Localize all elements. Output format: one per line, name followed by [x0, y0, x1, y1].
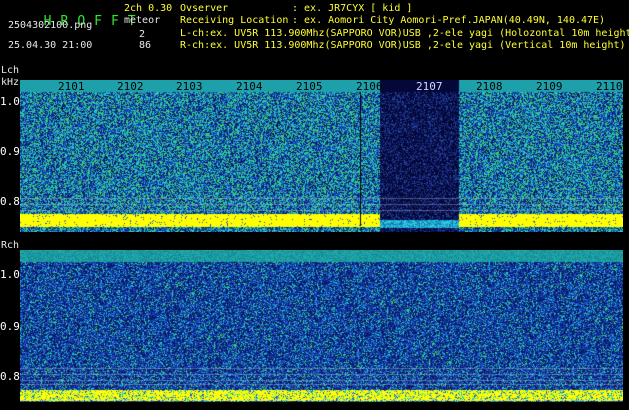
x-tick: 2105	[296, 80, 323, 93]
rch-info: R-ch:ex. UV5R 113.900Mhz(SAPPORO VOR)USB…	[180, 40, 626, 51]
x-tick: 2106	[356, 80, 383, 93]
title-letter: F	[94, 14, 111, 29]
observer-label: Ovserver	[180, 3, 229, 14]
filename: 2504302100.png	[8, 20, 93, 31]
bot-ytick-1.0: 1.0	[0, 268, 20, 281]
x-tick: 2110	[596, 80, 623, 93]
x-tick: 2108	[476, 80, 503, 93]
x-tick: 2107	[416, 80, 443, 93]
lch-spectrogram: 2101 2102 2103 2104 2105 2106 2107 2108 …	[20, 80, 623, 232]
rch-label: Rch	[1, 240, 20, 251]
top-ytick-0.8: 0.8	[0, 195, 20, 208]
bot-ytick-0.8: 0.8	[0, 370, 20, 383]
top-ytick-1.0: 1.0	[0, 95, 20, 108]
x-tick: 2103	[176, 80, 203, 93]
observer-value: : ex. JR7CYX [ kid ]	[292, 3, 413, 14]
khz-label: kHz	[1, 77, 20, 88]
datetime: 25.04.30 21:00	[8, 40, 93, 51]
meteor-count-r: 86	[139, 40, 152, 51]
mode-label: 2ch 0.30	[124, 3, 173, 14]
bot-ytick-0.9: 0.9	[0, 320, 20, 333]
x-tick: 2109	[536, 80, 563, 93]
x-tick: 2101	[58, 80, 85, 93]
x-tick: 2102	[117, 80, 144, 93]
lch-label: Lch	[1, 65, 20, 76]
location-label: Receiving Location	[180, 15, 289, 26]
lch-spectrogram-canvas	[20, 80, 623, 232]
x-tick: 2104	[236, 80, 263, 93]
meteor-count-l: 2	[139, 29, 146, 40]
rch-spectrogram	[20, 250, 623, 402]
top-ytick-0.9: 0.9	[0, 145, 20, 158]
location-value: : ex. Aomori City Aomori-Pref.JAPAN(40.4…	[292, 15, 606, 26]
rch-spectrogram-canvas	[20, 250, 623, 402]
lch-info: L-ch:ex. UV5R 113.900Mhz(SAPPORO VOR)USB…	[180, 28, 629, 39]
meteor-label: meteor	[124, 15, 161, 26]
